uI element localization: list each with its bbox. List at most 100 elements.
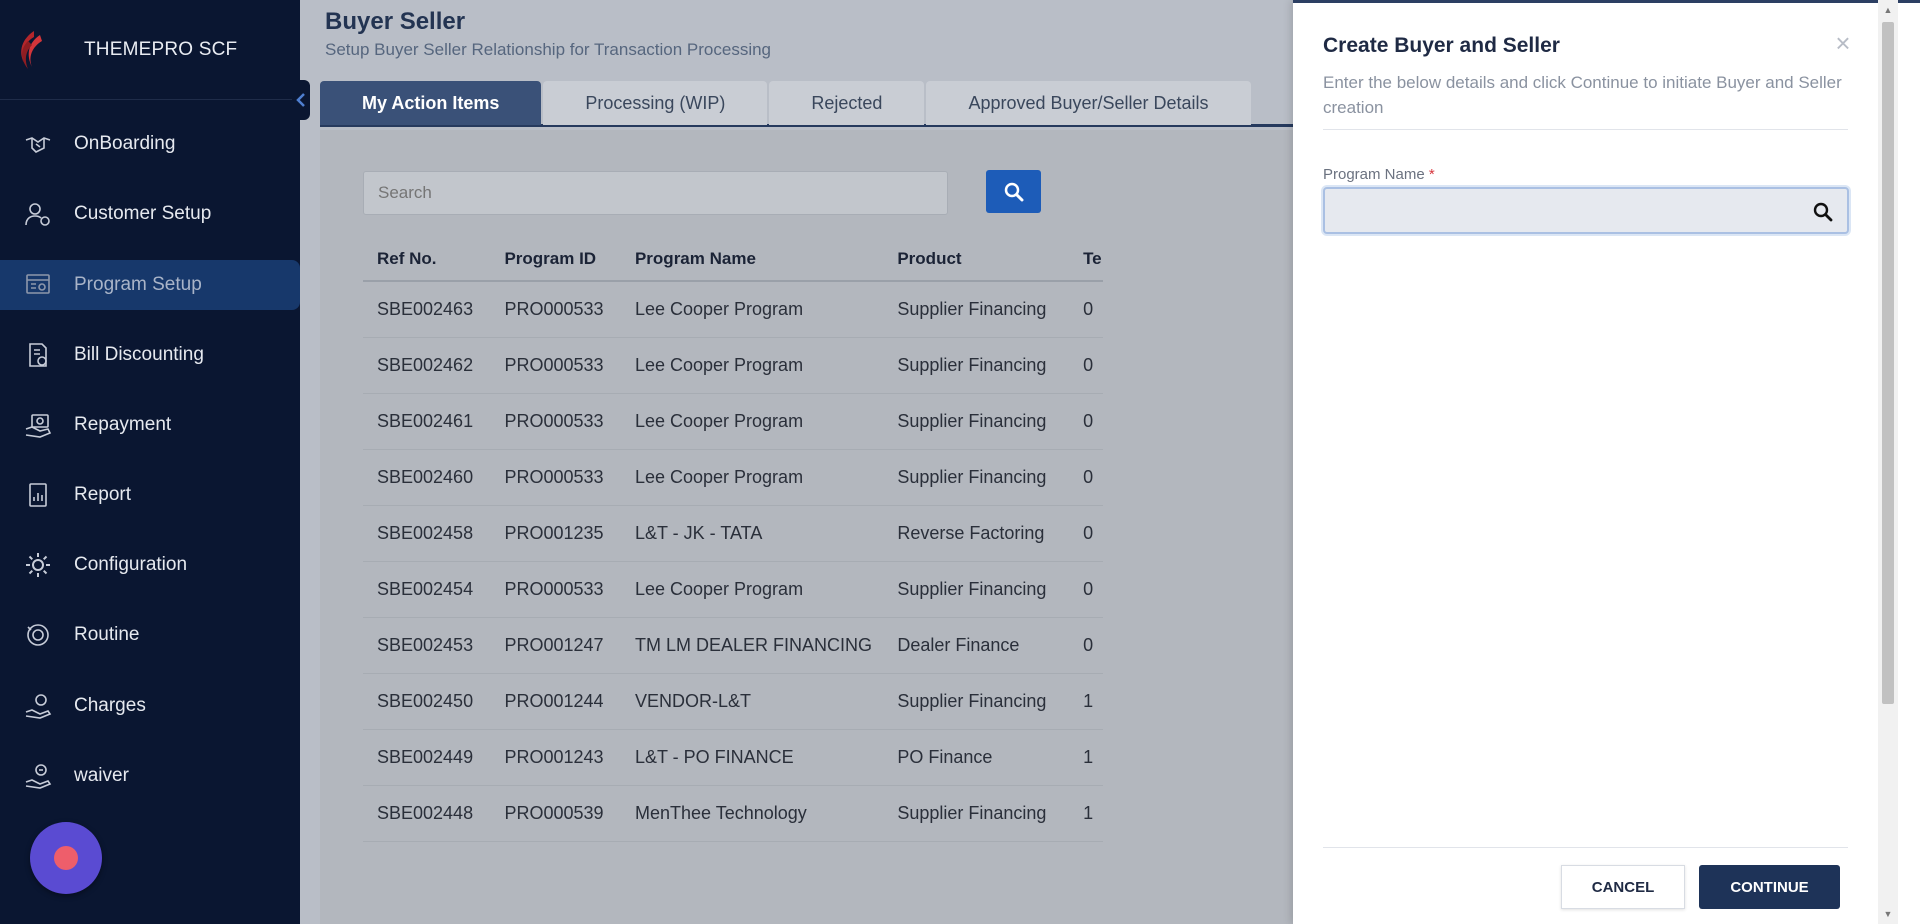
sidebar-item-label: Charges	[74, 695, 146, 716]
cell-program-id: PRO001243	[504, 747, 604, 767]
cell-program-id: PRO001247	[504, 635, 604, 655]
cell-program-id: PRO001235	[504, 523, 604, 543]
cell-ref-no: SBE002453	[377, 635, 474, 655]
column-header-ref-no[interactable]: Ref No.	[363, 249, 490, 269]
sidebar-item-program-setup[interactable]: Program Setup	[0, 260, 300, 310]
table-row[interactable]: SBE002454 PRO000533 Lee Cooper Program S…	[363, 562, 1103, 618]
sidebar-item-routine[interactable]: Routine	[0, 610, 300, 660]
cell-product: Dealer Finance	[897, 635, 1020, 655]
user-gear-icon	[24, 200, 52, 228]
sidebar-item-charges[interactable]: Charges	[0, 681, 300, 731]
sidebar-item-repayment[interactable]: Repayment	[0, 400, 300, 450]
create-buyer-seller-drawer: Create Buyer and Seller × Enter the belo…	[1293, 0, 1920, 924]
brand-name: THEMEPRO SCF	[84, 38, 238, 60]
divider	[1323, 129, 1848, 130]
handshake-icon	[24, 130, 52, 158]
program-icon	[24, 271, 52, 299]
cell-truncated: 0	[1083, 467, 1094, 487]
search-icon[interactable]	[1813, 202, 1833, 222]
sidebar-item-waiver[interactable]: waiver	[0, 751, 300, 801]
record-dot-icon	[54, 846, 78, 870]
cell-ref-no: SBE002450	[377, 691, 474, 711]
page-subtitle: Setup Buyer Seller Relationship for Tran…	[325, 40, 772, 59]
search-input[interactable]	[363, 171, 948, 215]
drawer-title: Create Buyer and Seller	[1323, 34, 1560, 57]
cell-program-id: PRO000533	[504, 579, 604, 599]
sidebar-item-onboarding[interactable]: OnBoarding	[0, 119, 300, 169]
sidebar-item-customer-setup[interactable]: Customer Setup	[0, 189, 300, 239]
table-row[interactable]: SBE002453 PRO001247 TM LM DEALER FINANCI…	[363, 618, 1103, 674]
program-name-label-text: Program Name	[1323, 166, 1425, 183]
cell-ref-no: SBE002454	[377, 579, 474, 599]
cell-program-id: PRO000539	[504, 803, 604, 823]
column-header-product[interactable]: Product	[883, 249, 1069, 269]
sidebar-item-label: Report	[74, 484, 132, 505]
sidebar-item-bill-discounting[interactable]: Bill Discounting	[0, 330, 300, 380]
sidebar-item-configuration[interactable]: Configuration	[0, 540, 300, 590]
cell-program-name: VENDOR-L&T	[634, 691, 751, 711]
continue-button[interactable]: CONTINUE	[1699, 865, 1840, 909]
cell-ref-no: SBE002458	[377, 523, 474, 543]
tab-rejected[interactable]: Rejected	[769, 81, 925, 125]
table-row[interactable]: SBE002461 PRO000533 Lee Cooper Program S…	[363, 394, 1103, 450]
table-row[interactable]: SBE002448 PRO000539 MenThee Technology S…	[363, 786, 1103, 842]
sidebar: THEMEPRO SCF OnBoarding Customer Setup P…	[0, 0, 300, 924]
cell-truncated: 1	[1083, 691, 1094, 711]
column-header-program-name[interactable]: Program Name	[621, 249, 883, 269]
cell-program-id: PRO000533	[504, 411, 604, 431]
tab-approved-details[interactable]: Approved Buyer/Seller Details	[926, 81, 1251, 125]
tab-processing-wip[interactable]: Processing (WIP)	[543, 81, 768, 125]
cell-product: Supplier Financing	[897, 411, 1047, 431]
search-button[interactable]	[986, 170, 1041, 213]
cell-truncated: 0	[1083, 355, 1094, 375]
table-row[interactable]: SBE002462 PRO000533 Lee Cooper Program S…	[363, 338, 1103, 394]
cell-program-name: Lee Cooper Program	[634, 579, 804, 599]
routine-icon	[24, 621, 52, 649]
page-title: Buyer Seller	[325, 8, 466, 35]
scroll-up-icon[interactable]: ▲	[1882, 4, 1894, 16]
table-row[interactable]: SBE002449 PRO001243 L&T - PO FINANCE PO …	[363, 730, 1103, 786]
record-fab-button[interactable]	[30, 822, 102, 894]
cell-truncated: 0	[1083, 635, 1094, 655]
brand-logo	[21, 30, 42, 69]
table-row[interactable]: SBE002450 PRO001244 VENDOR-L&T Supplier …	[363, 674, 1103, 730]
column-header-truncated[interactable]: Te	[1069, 249, 1103, 269]
cell-truncated: 1	[1083, 747, 1094, 767]
cell-program-name: TM LM DEALER FINANCING	[634, 635, 872, 655]
cell-program-id: PRO000533	[504, 299, 604, 319]
cell-program-name: MenThee Technology	[634, 803, 807, 823]
sidebar-item-label: waiver	[74, 765, 129, 786]
program-name-label: Program Name *	[1323, 166, 1435, 183]
cancel-button[interactable]: CANCEL	[1561, 865, 1685, 909]
cell-program-id: PRO000533	[504, 355, 604, 375]
column-header-program-id[interactable]: Program ID	[490, 249, 621, 269]
cell-program-name: L&T - PO FINANCE	[634, 747, 794, 767]
close-icon[interactable]: ×	[1831, 30, 1855, 56]
table-row[interactable]: SBE002458 PRO001235 L&T - JK - TATA Reve…	[363, 506, 1103, 562]
tab-my-action-items[interactable]: My Action Items	[320, 81, 542, 125]
cell-ref-no: SBE002448	[377, 803, 474, 823]
cell-product: Supplier Financing	[897, 803, 1047, 823]
tab-bar: My Action Items Processing (WIP) Rejecte…	[320, 81, 1360, 127]
cell-program-name: Lee Cooper Program	[634, 299, 804, 319]
scroll-thumb[interactable]	[1882, 22, 1894, 704]
program-name-input[interactable]	[1323, 187, 1849, 234]
sidebar-item-label: Configuration	[74, 554, 188, 575]
cell-product: Supplier Financing	[897, 691, 1047, 711]
cell-program-id: PRO001244	[504, 691, 604, 711]
sidebar-item-report[interactable]: Report	[0, 470, 300, 520]
drawer-scrollbar[interactable]: ▲ ▼	[1878, 0, 1898, 924]
scroll-down-icon[interactable]: ▼	[1882, 908, 1894, 920]
table-row[interactable]: SBE002460 PRO000533 Lee Cooper Program S…	[363, 450, 1103, 506]
charges-icon	[24, 692, 52, 720]
cell-truncated: 0	[1083, 411, 1094, 431]
cell-product: Reverse Factoring	[897, 523, 1045, 543]
cell-program-name: Lee Cooper Program	[634, 411, 804, 431]
required-mark: *	[1428, 166, 1435, 183]
cell-program-name: L&T - JK - TATA	[634, 523, 763, 543]
sidebar-item-label: Program Setup	[74, 274, 202, 295]
table-row[interactable]: SBE002463 PRO000533 Lee Cooper Program S…	[363, 282, 1103, 338]
sidebar-item-label: Routine	[74, 624, 140, 645]
sidebar-item-label: OnBoarding	[74, 133, 176, 154]
brand-header: THEMEPRO SCF	[0, 0, 300, 100]
